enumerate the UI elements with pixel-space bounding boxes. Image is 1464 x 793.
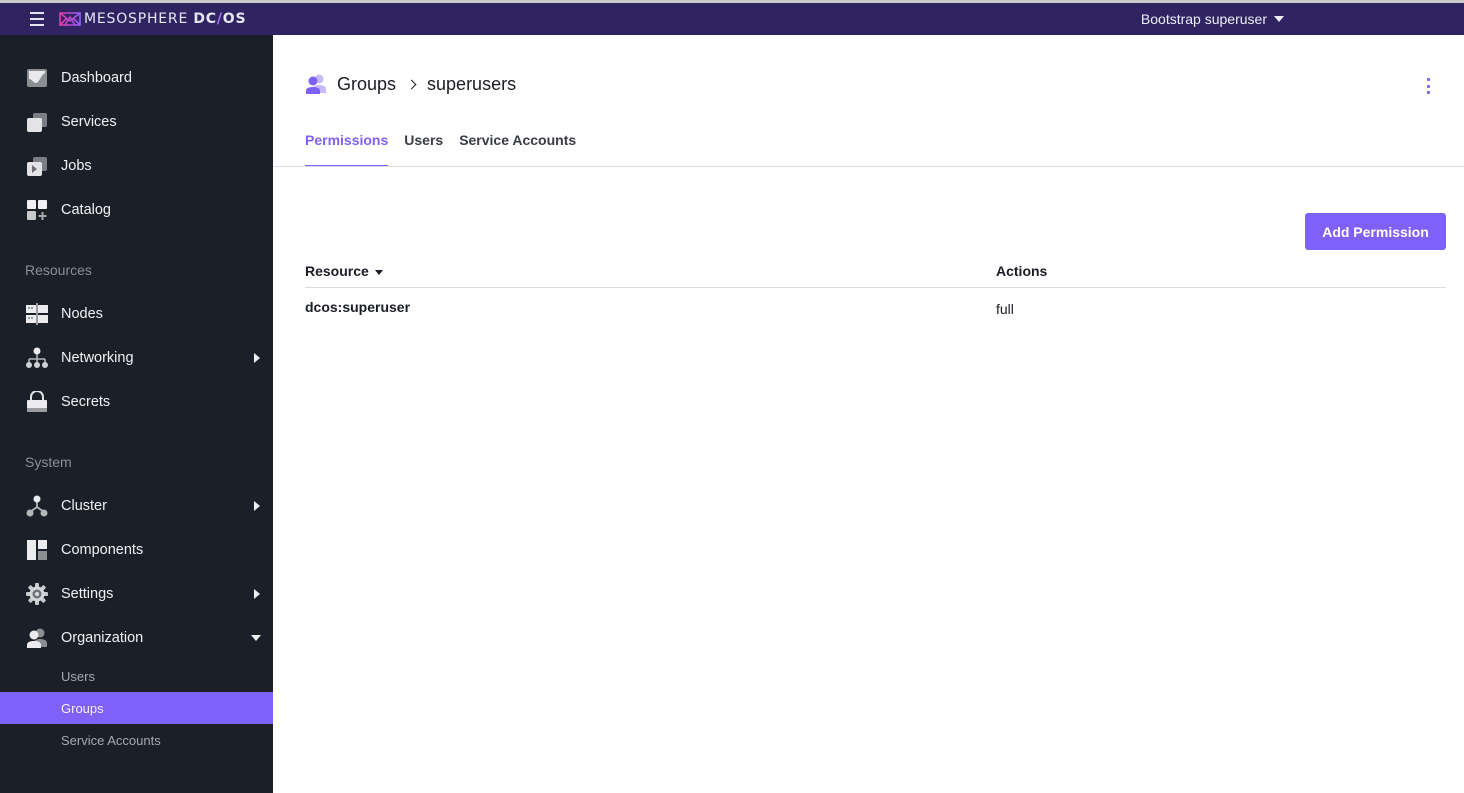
components-icon: [27, 540, 47, 560]
tab-bar: Permissions Users Service Accounts: [305, 132, 592, 167]
tabs-divider: [273, 166, 1464, 167]
sidebar-item-label: Cluster: [61, 498, 107, 514]
services-icon: [27, 113, 47, 132]
sidebar-subitem-label: Service Accounts: [61, 732, 161, 748]
top-bar: MESOSPHERE DC/OS Bootstrap superuser: [0, 3, 1464, 35]
sidebar-subitem-label: Groups: [61, 700, 104, 716]
sidebar-item-networking[interactable]: Networking: [0, 340, 273, 376]
chevron-right-icon: [254, 353, 260, 363]
column-header-actions[interactable]: Actions: [996, 263, 1047, 279]
sidebar-subitem-users[interactable]: Users: [0, 660, 273, 692]
user-menu-dropdown[interactable]: Bootstrap superuser: [1141, 11, 1284, 27]
breadcrumb-current-group: superusers: [427, 73, 517, 94]
breadcrumb: Groups superusers: [305, 73, 516, 95]
user-menu-label: Bootstrap superuser: [1140, 11, 1267, 27]
brand-name: MESOSPHERE DC/OS: [84, 11, 247, 27]
sidebar-item-secrets[interactable]: Secrets: [0, 384, 273, 420]
gear-icon: [26, 583, 48, 605]
section-label-resources: Resources: [25, 262, 92, 278]
main-content: Groups superusers Permissions Users Serv…: [273, 35, 1464, 793]
sidebar-item-label: Components: [61, 542, 144, 558]
sidebar-item-components[interactable]: Components: [0, 532, 273, 568]
tab-service-accounts[interactable]: Service Accounts: [459, 132, 576, 167]
column-header-label: Actions: [996, 263, 1048, 279]
sidebar-subitem-service-accounts[interactable]: Service Accounts: [0, 724, 273, 756]
caret-down-icon: [1274, 16, 1284, 22]
sidebar-subitem-groups[interactable]: Groups: [0, 692, 273, 724]
dashboard-icon: [27, 69, 47, 87]
sidebar: Dashboard Services Jobs Catalog Resource…: [0, 35, 273, 793]
tab-permissions[interactable]: Permissions: [305, 132, 389, 167]
sidebar-item-dashboard[interactable]: Dashboard: [0, 60, 273, 96]
sidebar-item-jobs[interactable]: Jobs: [0, 148, 273, 184]
column-header-label: Resource: [305, 263, 369, 279]
sidebar-item-label: Secrets: [61, 394, 111, 410]
sort-caret-icon: [374, 269, 383, 275]
table-header-divider: [305, 287, 1446, 288]
chevron-right-icon: [406, 79, 417, 89]
cell-resource: dcos:superuser: [305, 299, 411, 315]
organization-icon: [27, 628, 47, 648]
column-header-resource[interactable]: Resource: [305, 263, 383, 279]
sidebar-item-nodes[interactable]: Nodes: [0, 296, 273, 332]
sidebar-item-settings[interactable]: Settings: [0, 576, 273, 612]
tab-users[interactable]: Users: [404, 132, 443, 167]
sidebar-item-label: Settings: [61, 586, 114, 602]
table-row[interactable]: dcos:superuser full: [305, 299, 1446, 321]
sidebar-item-label: Jobs: [61, 158, 92, 174]
cell-actions: full: [996, 301, 1014, 317]
lock-icon: [27, 391, 47, 412]
sidebar-item-label: Services: [61, 114, 117, 130]
cluster-icon: [26, 495, 48, 517]
section-label-system: System: [25, 454, 72, 470]
mesosphere-logo-icon: [59, 12, 81, 26]
chevron-right-icon: [254, 501, 260, 511]
hamburger-menu-icon[interactable]: [30, 12, 44, 26]
add-permission-button[interactable]: Add Permission: [1305, 213, 1446, 250]
sidebar-item-cluster[interactable]: Cluster: [0, 488, 273, 524]
sidebar-item-label: Organization: [61, 630, 144, 646]
nodes-icon: [26, 303, 48, 325]
sidebar-item-label: Networking: [61, 350, 134, 366]
catalog-icon: [27, 200, 47, 220]
breadcrumb-groups-link[interactable]: Groups: [337, 74, 396, 95]
chevron-right-icon: [254, 589, 260, 599]
sidebar-item-organization[interactable]: Organization: [0, 620, 273, 656]
jobs-icon: [27, 157, 47, 176]
more-options-icon[interactable]: [1425, 78, 1431, 94]
sidebar-item-label: Catalog: [61, 202, 111, 218]
sidebar-item-catalog[interactable]: Catalog: [0, 192, 273, 228]
sidebar-subitem-label: Users: [61, 668, 95, 684]
sidebar-item-services[interactable]: Services: [0, 104, 273, 140]
chevron-down-icon: [251, 635, 261, 641]
sidebar-item-label: Nodes: [61, 306, 103, 322]
sidebar-item-label: Dashboard: [61, 70, 132, 86]
brand-logo[interactable]: MESOSPHERE DC/OS: [59, 11, 246, 27]
group-icon: [306, 74, 326, 94]
networking-icon: [26, 347, 48, 368]
